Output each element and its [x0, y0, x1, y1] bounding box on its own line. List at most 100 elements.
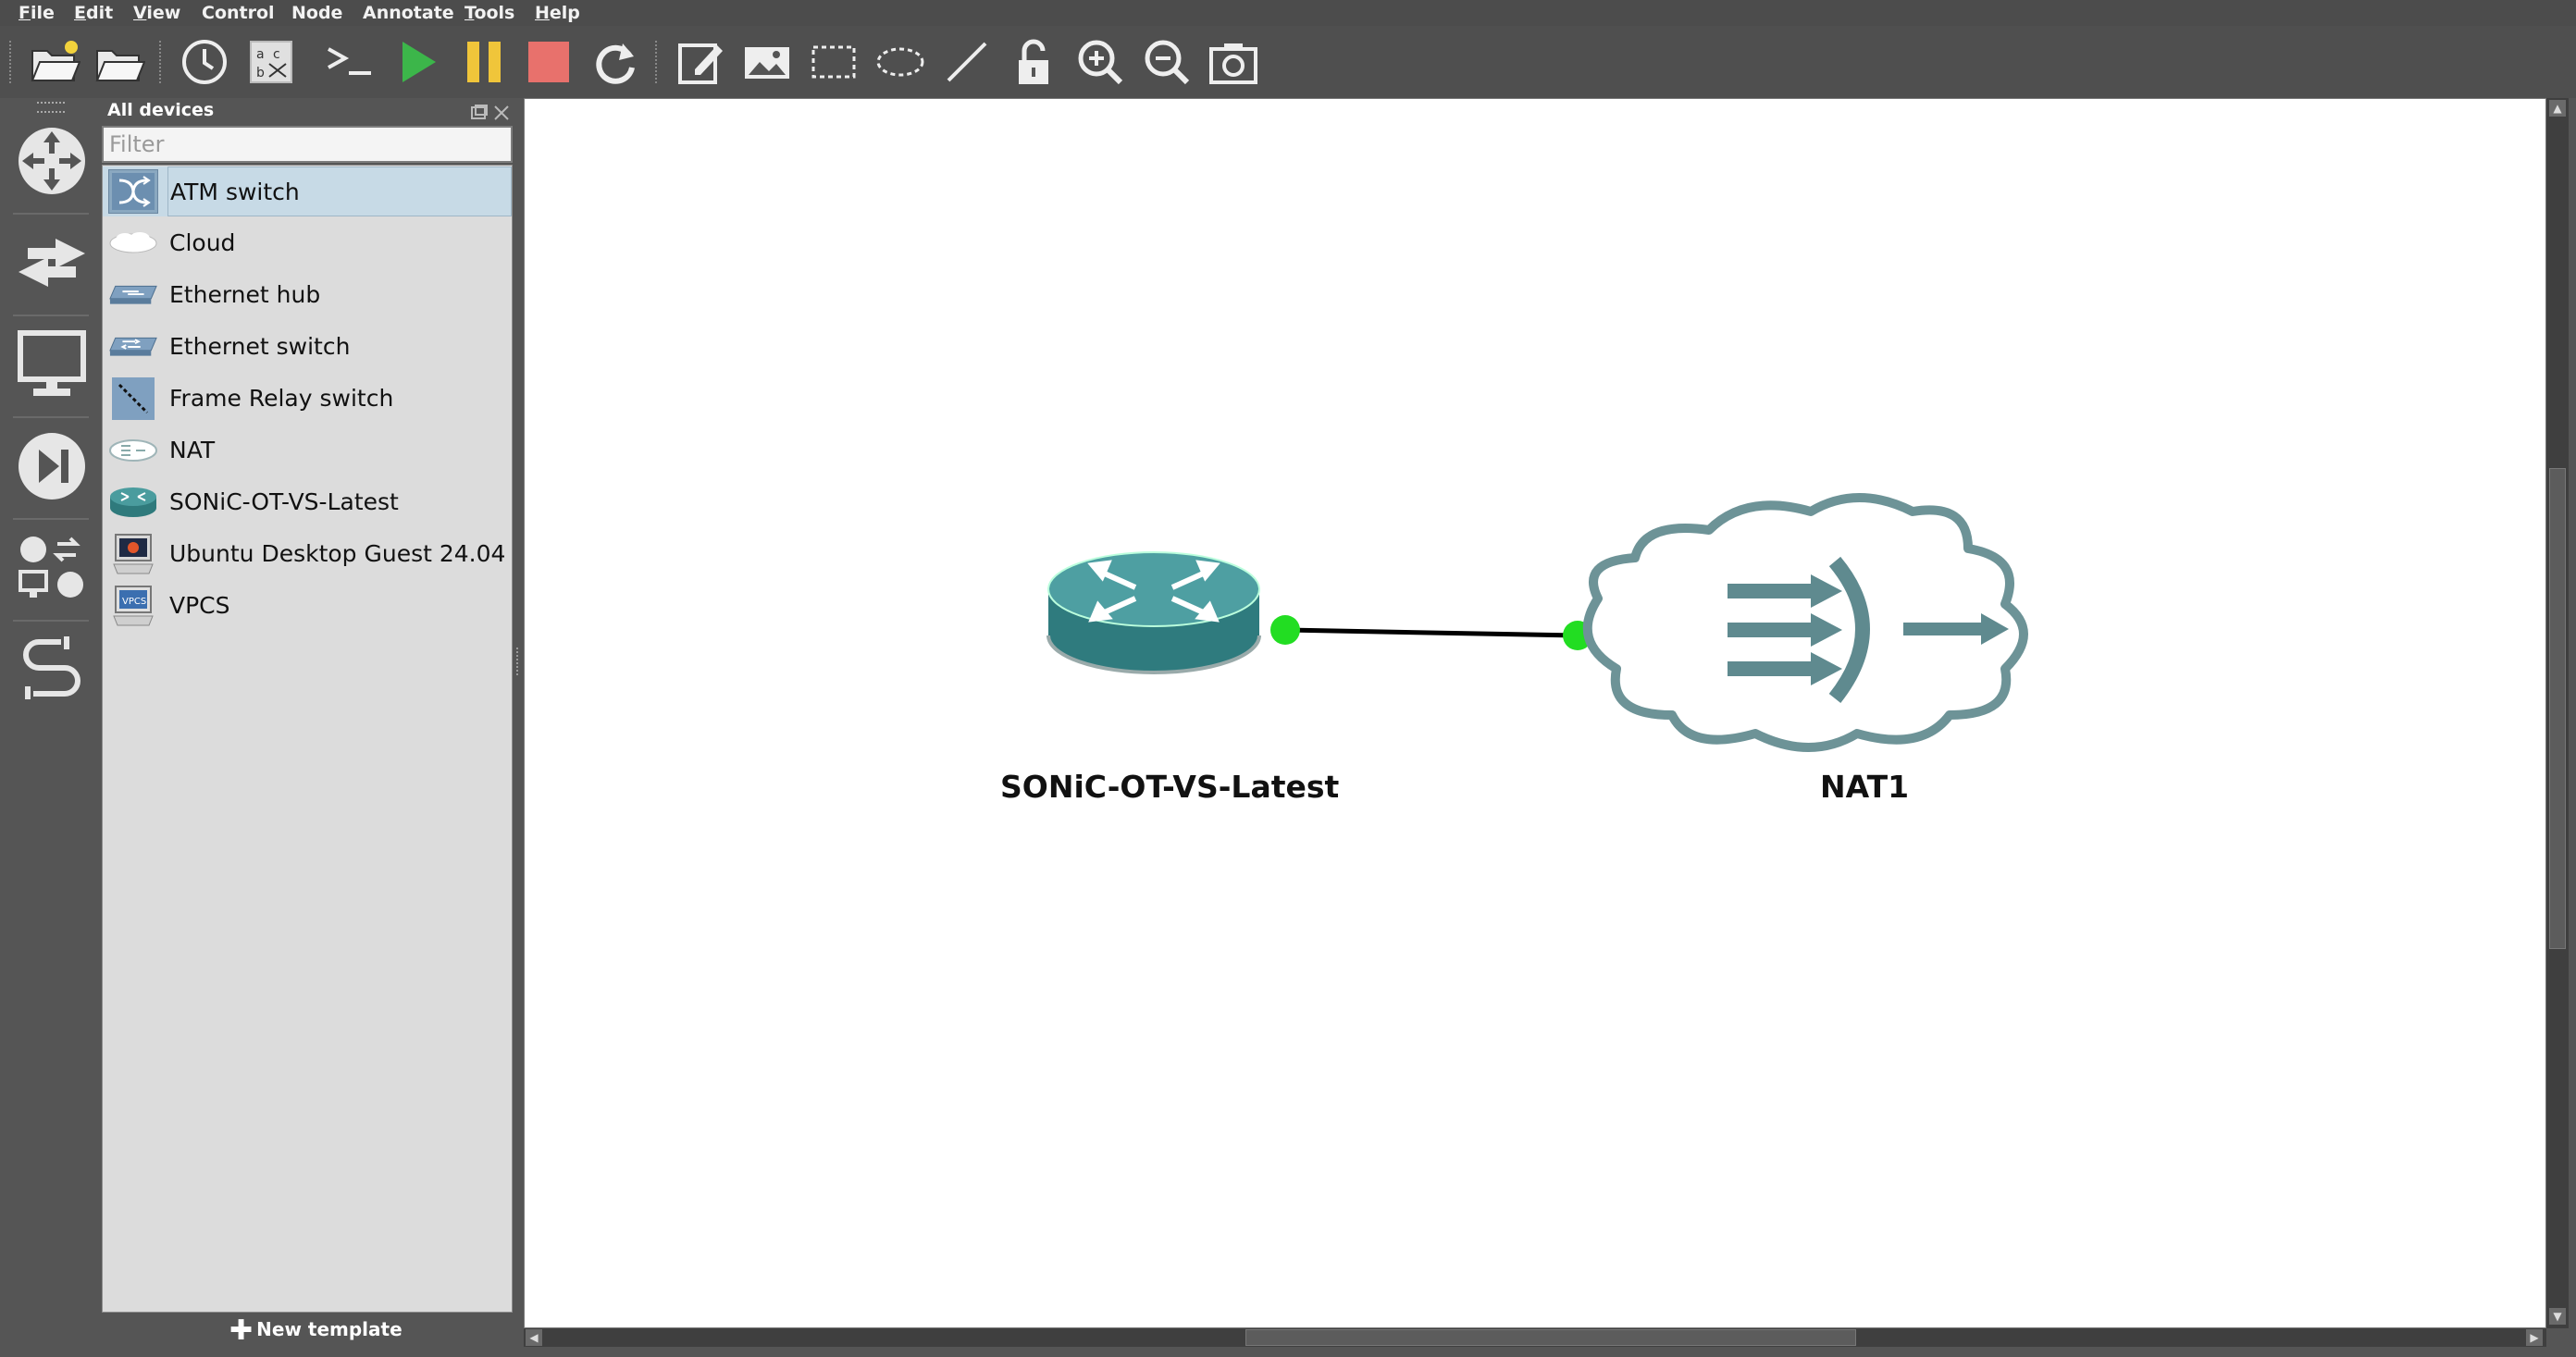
- line-icon: [947, 42, 987, 82]
- devices-panel: All devices ATM switch Cloud Ethernet hu…: [100, 98, 516, 1357]
- sidebar-grip[interactable]: [37, 102, 65, 113]
- browse-security-devices-button[interactable]: [9, 424, 94, 509]
- scroll-down-icon[interactable]: ▼: [2549, 1308, 2566, 1325]
- lock-button[interactable]: [1005, 33, 1062, 91]
- ethernet-switch-icon: [108, 325, 158, 369]
- list-item[interactable]: Ethernet hub: [103, 270, 512, 320]
- ellipse-icon: [876, 47, 924, 77]
- pause-icon: [467, 42, 501, 82]
- scroll-left-icon[interactable]: ◀: [526, 1329, 542, 1346]
- list-item[interactable]: Ethernet switch: [103, 322, 512, 372]
- menu-control[interactable]: Control: [202, 0, 275, 26]
- security-category-icon: [19, 433, 85, 500]
- zoom-in-button[interactable]: [1071, 33, 1129, 91]
- unlock-icon: [1019, 39, 1048, 84]
- list-item[interactable]: ATM switch: [103, 167, 512, 216]
- nat-node-label[interactable]: NAT1: [1820, 769, 1909, 805]
- menu-edit[interactable]: Edit: [74, 0, 113, 26]
- panel-splitter[interactable]: [516, 648, 524, 675]
- main-toolbar: acb: [0, 26, 2576, 98]
- menu-tools[interactable]: Tools: [464, 0, 514, 26]
- open-folder-icon: [95, 50, 145, 81]
- list-item[interactable]: VPCS VPCS: [103, 581, 512, 631]
- scroll-up-icon[interactable]: ▲: [2549, 100, 2566, 117]
- device-label: Frame Relay switch: [169, 385, 394, 412]
- menu-view[interactable]: View: [133, 0, 180, 26]
- reload-icon: [596, 43, 635, 84]
- draw-ellipse-button[interactable]: [872, 33, 929, 91]
- atm-switch-icon: [108, 169, 158, 214]
- browse-switches-button[interactable]: [9, 220, 94, 305]
- ethernet-hub-icon: [108, 273, 158, 317]
- stop-all-button[interactable]: [520, 33, 577, 91]
- zoom-in-icon: [1078, 40, 1123, 85]
- router-node-icon[interactable]: [1046, 551, 1261, 674]
- switch-category-icon: [19, 239, 85, 287]
- new-template-button[interactable]: ✚ New template: [229, 1311, 402, 1348]
- horizontal-scrollbar[interactable]: ◀ ▶: [524, 1328, 2546, 1347]
- device-label: Ubuntu Desktop Guest 24.04: [169, 540, 506, 567]
- device-filter-input[interactable]: [102, 126, 513, 163]
- insert-picture-button[interactable]: [738, 33, 796, 91]
- console-all-button[interactable]: [320, 33, 378, 91]
- router-icon: [108, 480, 158, 524]
- draw-line-button[interactable]: [938, 33, 996, 91]
- zoom-out-icon: [1145, 40, 1190, 85]
- menu-node[interactable]: Node: [291, 0, 342, 26]
- topology-canvas[interactable]: SONiC-OT-VS-Latest NAT1: [524, 98, 2546, 1328]
- screenshot-button[interactable]: [1205, 33, 1262, 91]
- interface-labels-button[interactable]: acb: [242, 33, 300, 91]
- open-project-button[interactable]: [91, 33, 148, 91]
- list-item[interactable]: SONiC-OT-VS-Latest: [103, 477, 512, 527]
- list-item[interactable]: NAT: [103, 426, 512, 475]
- device-label: VPCS: [169, 592, 230, 619]
- add-note-button[interactable]: [672, 33, 729, 91]
- browse-all-devices-button[interactable]: [9, 525, 94, 611]
- topology-graphics: [1046, 493, 2028, 752]
- list-item[interactable]: Ubuntu Desktop Guest 24.04: [103, 529, 512, 579]
- device-label: ATM switch: [167, 167, 512, 216]
- vertical-scrollbar[interactable]: ▲ ▼: [2546, 98, 2569, 1328]
- router-node-label[interactable]: SONiC-OT-VS-Latest: [1000, 769, 1339, 805]
- suspend-all-button[interactable]: [455, 33, 513, 91]
- frame-relay-switch-icon: [108, 376, 158, 421]
- browse-end-devices-button[interactable]: [9, 322, 94, 407]
- vertical-scroll-thumb[interactable]: [2549, 468, 2566, 949]
- menu-bar: File Edit View Control Node Annotate Too…: [0, 0, 2576, 26]
- list-item[interactable]: Cloud: [103, 218, 512, 268]
- device-label: Ethernet hub: [169, 281, 321, 308]
- panel-close-icon[interactable]: [492, 104, 511, 122]
- horizontal-scroll-thumb[interactable]: [1245, 1329, 1856, 1346]
- abc-labels-icon: a cb: [250, 41, 292, 83]
- svg-text:VPCS: VPCS: [122, 597, 146, 607]
- device-type-sidebar: [0, 98, 100, 1357]
- router-category-icon: [19, 128, 85, 194]
- start-all-button[interactable]: [389, 33, 446, 91]
- browse-routers-button[interactable]: [9, 118, 94, 204]
- stop-icon: [528, 42, 569, 82]
- new-project-button[interactable]: [26, 33, 83, 91]
- camera-icon: [1209, 43, 1257, 84]
- all-devices-category-icon: [19, 537, 83, 598]
- nat-node-icon[interactable]: [1582, 493, 2028, 752]
- terminal-icon: [328, 47, 371, 75]
- device-label: Cloud: [169, 229, 236, 256]
- draw-rectangle-button[interactable]: [805, 33, 862, 91]
- menu-help[interactable]: Help: [535, 0, 580, 26]
- snapshot-button[interactable]: [176, 33, 233, 91]
- menu-annotate[interactable]: Annotate: [363, 0, 454, 26]
- ubuntu-desktop-icon: [108, 532, 158, 576]
- zoom-out-button[interactable]: [1138, 33, 1195, 91]
- new-folder-icon: [31, 41, 80, 81]
- link-line[interactable]: [1284, 627, 1579, 638]
- monitor-category-icon: [18, 330, 86, 396]
- scroll-right-icon[interactable]: ▶: [2526, 1329, 2543, 1346]
- list-item[interactable]: Frame Relay switch: [103, 374, 512, 424]
- add-link-button[interactable]: [9, 627, 94, 712]
- reload-all-button[interactable]: [587, 33, 644, 91]
- menu-file[interactable]: File: [19, 0, 55, 26]
- picture-icon: [745, 47, 789, 79]
- device-label: NAT: [169, 437, 216, 463]
- panel-float-icon[interactable]: [470, 104, 489, 122]
- svg-text:b: b: [256, 66, 265, 80]
